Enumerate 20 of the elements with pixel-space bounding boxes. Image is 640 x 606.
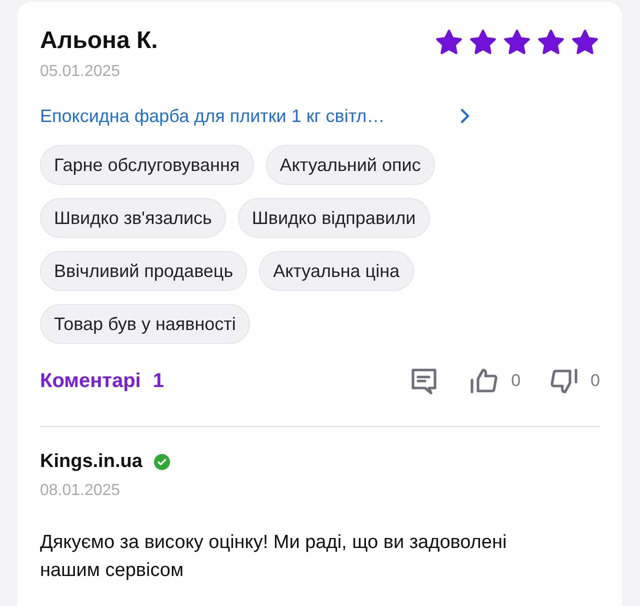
review-tag: Товар був у наявності bbox=[40, 304, 250, 344]
reply-date: 08.01.2025 bbox=[40, 481, 122, 501]
seller-name: Kings.in.ua bbox=[40, 451, 142, 473]
product-link[interactable]: Епоксидна фарба для плитки 1 кг світл… bbox=[40, 104, 470, 128]
comment-icon[interactable] bbox=[409, 366, 440, 396]
like-count: 0 bbox=[511, 371, 521, 391]
review-tag: Швидко відправили bbox=[238, 198, 430, 238]
thumbs-up-icon[interactable] bbox=[469, 366, 500, 396]
review-tag: Актуальний опис bbox=[266, 145, 435, 185]
review-tag: Ввічливий продавець bbox=[40, 251, 248, 291]
thumbs-down-icon[interactable] bbox=[548, 366, 579, 396]
author-name: Альона К. bbox=[40, 26, 158, 56]
review-date: 05.01.2025 bbox=[40, 62, 122, 82]
review-tag: Актуальна ціна bbox=[259, 251, 414, 291]
reply-text: Дякуємо за високу оцінку! Ми раді, що ви задоволені нашим сервісом bbox=[40, 531, 508, 583]
review-tag: Гарне обслуговування bbox=[40, 145, 254, 185]
review-tag: Швидко зв'язались bbox=[40, 198, 226, 238]
dislike-count: 0 bbox=[590, 371, 600, 391]
comments-link[interactable]: Коментарі 1 bbox=[40, 370, 164, 392]
chevron-icon bbox=[460, 108, 470, 124]
